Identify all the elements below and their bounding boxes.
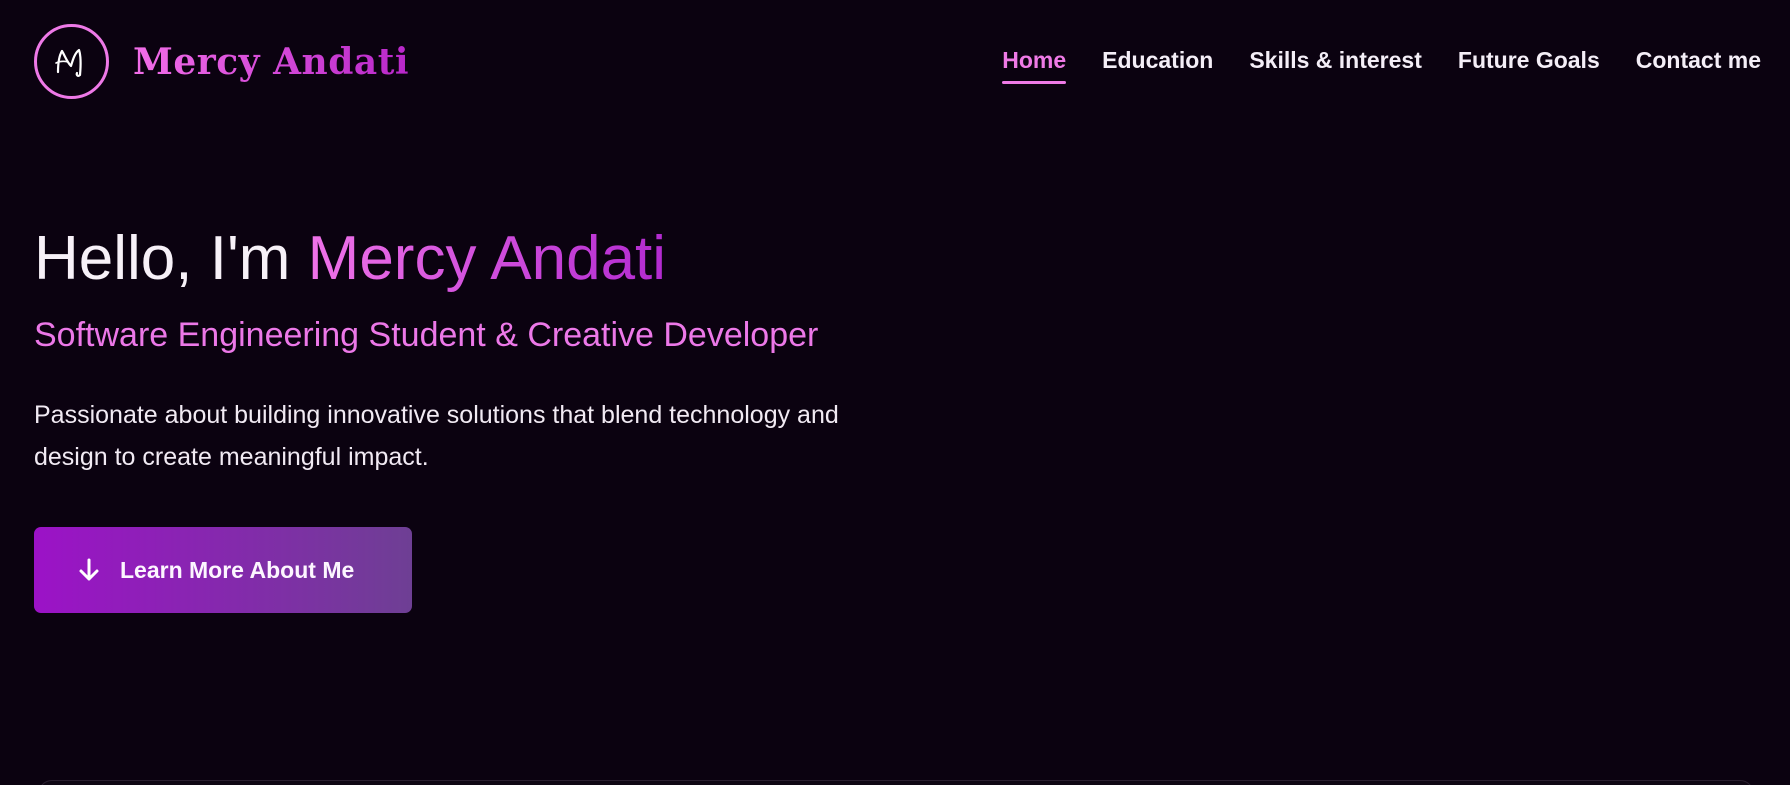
brand-link[interactable]: Mercy Andati <box>34 24 409 99</box>
nav-item-future-goals: Future Goals <box>1458 47 1600 84</box>
nav-item-contact: Contact me <box>1636 47 1761 84</box>
learn-more-button[interactable]: Learn More About Me <box>34 527 412 613</box>
hero-description: Passionate about building innovative sol… <box>34 401 839 471</box>
nav-link-contact[interactable]: Contact me <box>1636 47 1761 84</box>
hero-subtitle: Software Engineering Student & Creative … <box>34 316 819 354</box>
hero-title: Hello, I'm Mercy Andati <box>34 222 934 296</box>
brand-name: Mercy Andati <box>133 40 409 83</box>
main-nav: Home Education Skills & interest Future … <box>1002 47 1761 84</box>
monogram-m-icon <box>34 24 109 99</box>
site-header: Mercy Andati Home Education Skills & int… <box>0 0 1790 125</box>
next-section-card-edge <box>38 780 1754 785</box>
nav-link-future-goals[interactable]: Future Goals <box>1458 47 1600 84</box>
hero-greeting: Hello, I'm <box>34 224 308 293</box>
learn-more-label: Learn More About Me <box>120 556 355 583</box>
hero-section: Hello, I'm Mercy Andati Software Enginee… <box>34 222 934 613</box>
page: Mercy Andati Home Education Skills & int… <box>0 0 1790 785</box>
nav-link-home[interactable]: Home <box>1002 47 1066 84</box>
nav-link-education[interactable]: Education <box>1102 47 1213 84</box>
hero-name: Mercy Andati <box>307 224 667 293</box>
nav-item-education: Education <box>1102 47 1213 84</box>
nav-item-skills: Skills & interest <box>1249 47 1422 84</box>
nav-item-home: Home <box>1002 47 1066 84</box>
arrow-down-icon <box>78 558 100 582</box>
nav-link-skills[interactable]: Skills & interest <box>1249 47 1422 84</box>
